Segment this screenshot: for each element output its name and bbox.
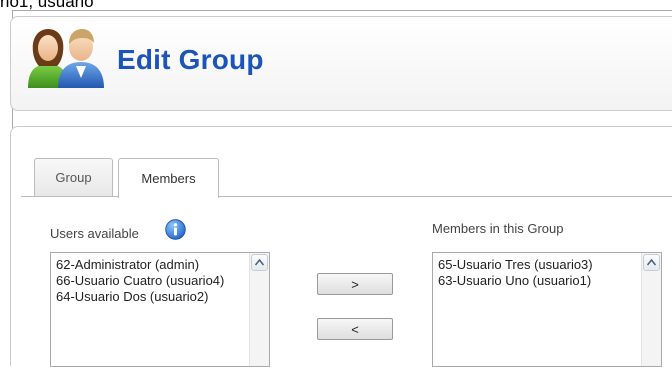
members-list[interactable]: 65-Usuario Tres (usuario3) 63-Usuario Un… bbox=[432, 252, 662, 367]
users-group-icon bbox=[28, 29, 104, 88]
list-item[interactable]: 64-Usuario Dos (usuario2) bbox=[56, 289, 269, 305]
chevron-up-icon bbox=[647, 259, 656, 266]
header-panel bbox=[10, 16, 672, 111]
scrollbar[interactable] bbox=[641, 253, 661, 366]
users-available-label: Users available bbox=[50, 226, 139, 241]
list-item[interactable]: 62-Administrator (admin) bbox=[56, 257, 269, 273]
scroll-up-button[interactable] bbox=[251, 254, 268, 271]
scroll-up-button[interactable] bbox=[643, 254, 660, 271]
tab-group[interactable]: Group bbox=[34, 158, 113, 196]
list-item[interactable]: 65-Usuario Tres (usuario3) bbox=[438, 257, 661, 273]
list-item[interactable]: 63-Usuario Uno (usuario1) bbox=[438, 273, 661, 289]
add-member-button[interactable]: > bbox=[317, 273, 393, 295]
members-label: Members in this Group bbox=[432, 221, 564, 236]
list-item[interactable]: 66-Usuario Cuatro (usuario4) bbox=[56, 273, 269, 289]
info-icon[interactable] bbox=[165, 219, 186, 240]
chevron-up-icon bbox=[255, 259, 264, 266]
scrollbar[interactable] bbox=[249, 253, 269, 366]
remove-member-button[interactable]: < bbox=[317, 318, 393, 340]
page-title: Edit Group bbox=[117, 44, 264, 75]
tab-members[interactable]: Members bbox=[118, 158, 219, 198]
users-available-list[interactable]: 62-Administrator (admin) 66-Usuario Cuat… bbox=[50, 252, 270, 367]
